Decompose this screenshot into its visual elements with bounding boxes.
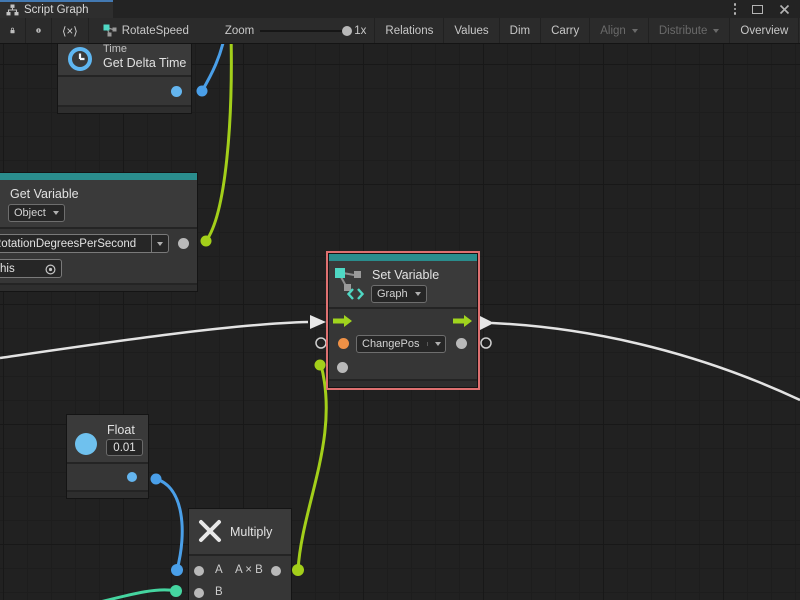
port-out-label: A × B	[235, 564, 263, 576]
chevron-down-icon	[632, 29, 638, 33]
info-icon	[36, 24, 41, 37]
overview-button[interactable]: Overview	[730, 18, 799, 43]
get-variable-output-port[interactable]	[178, 238, 189, 249]
zoom-control: Zoom 1x	[217, 18, 375, 43]
graph-node-icon	[103, 24, 117, 37]
delta-time-output-port[interactable]	[171, 86, 182, 97]
code-brackets-label: ⟨×⟩	[62, 24, 78, 38]
node-accent-strip	[329, 254, 477, 261]
graph-canvas[interactable]: Time Get Delta Time Get Variable Object …	[0, 44, 800, 600]
output-value-port[interactable]	[456, 338, 467, 349]
unconnected-port-ring-left[interactable]	[316, 338, 326, 348]
values-button[interactable]: Values	[444, 18, 499, 43]
flow-wire-in-arrowhead	[310, 315, 326, 329]
multiply-to-setvariable-wire	[298, 365, 326, 570]
toolbar: ⟨×⟩ RotateSpeed Zoom 1x Relations Values…	[0, 18, 800, 44]
delta-time-wire	[202, 44, 225, 91]
float-value-field[interactable]: 0.01	[106, 439, 143, 456]
node-accent-strip	[0, 173, 197, 180]
node-title: Float	[107, 423, 135, 437]
distribute-dropdown[interactable]: Distribute	[649, 18, 731, 43]
zoom-value: 1x	[354, 25, 366, 37]
node-get-variable[interactable]: Get Variable Object RotationDegreesPerSe…	[0, 172, 198, 292]
flow-output-port[interactable]	[453, 315, 472, 327]
fallback-input-port[interactable]	[337, 362, 348, 373]
chevron-down-icon	[53, 211, 59, 215]
tab-title: Script Graph	[24, 4, 89, 16]
multiply-output-port[interactable]	[271, 566, 281, 576]
variable-name-dropdown-button[interactable]	[152, 234, 169, 253]
node-category: Time	[103, 44, 127, 55]
multiply-b-endpoint[interactable]	[170, 585, 182, 597]
flow-wire-out	[492, 323, 800, 400]
multiply-output-endpoint[interactable]	[292, 564, 304, 576]
window-controls	[734, 2, 791, 16]
tab-script-graph[interactable]: Script Graph	[0, 0, 113, 18]
info-button[interactable]	[26, 18, 52, 43]
edit-graph-button[interactable]: ⟨×⟩	[52, 18, 89, 43]
unconnected-port-ring-right[interactable]	[481, 338, 491, 348]
teal-wire	[96, 590, 176, 600]
zoom-slider[interactable]	[260, 30, 348, 32]
chevron-down-icon	[713, 29, 719, 33]
clock-icon	[67, 46, 93, 72]
variable-scope-dropdown[interactable]: Graph	[371, 285, 427, 303]
multiply-a-endpoint[interactable]	[171, 564, 183, 576]
zoom-slider-handle[interactable]	[342, 26, 352, 36]
node-title: Get Delta Time	[103, 56, 186, 70]
tab-strip: Script Graph	[0, 0, 800, 18]
lock-button[interactable]	[0, 18, 26, 43]
node-title: Multiply	[230, 525, 272, 539]
flow-input-port[interactable]	[333, 315, 352, 327]
graph-hierarchy-icon	[6, 4, 19, 16]
value-input-port[interactable]	[338, 338, 349, 349]
get-variable-wire-endpoint[interactable]	[201, 236, 212, 247]
node-title: Set Variable	[372, 268, 439, 282]
window-menu-icon[interactable]	[734, 3, 737, 15]
float-icon	[75, 433, 97, 455]
port-a-label: A	[215, 564, 223, 576]
chevron-down-icon	[415, 292, 421, 296]
graph-breadcrumb[interactable]: RotateSpeed	[89, 18, 199, 43]
variable-name-field[interactable]: RotationDegreesPerSecond	[0, 234, 152, 253]
node-set-variable[interactable]: Set Variable Graph ChangePos	[328, 253, 478, 388]
multiply-input-b-port[interactable]	[194, 588, 204, 598]
flow-wire-out-arrowhead	[480, 316, 494, 330]
flow-wire-in	[0, 322, 308, 358]
node-multiply[interactable]: Multiply A A × B B	[188, 508, 292, 600]
lock-icon	[10, 24, 15, 37]
close-icon[interactable]	[779, 4, 790, 15]
chevron-down-icon	[157, 242, 163, 246]
object-picker-icon[interactable]	[45, 264, 56, 275]
dim-button[interactable]: Dim	[500, 18, 541, 43]
chevron-down-icon	[435, 342, 441, 346]
delta-time-wire-endpoint[interactable]	[197, 86, 208, 97]
float-to-multiply-wire	[156, 479, 182, 570]
port-b-label: B	[215, 586, 223, 598]
set-variable-icon	[334, 267, 366, 301]
multiply-input-a-port[interactable]	[194, 566, 204, 576]
align-dropdown[interactable]: Align	[590, 18, 649, 43]
zoom-label: Zoom	[225, 25, 254, 37]
variable-scope-dropdown[interactable]: Object	[8, 204, 65, 222]
float-output-endpoint[interactable]	[151, 474, 162, 485]
variable-target-field[interactable]: This	[0, 259, 62, 278]
relations-button[interactable]: Relations	[374, 18, 444, 43]
node-float[interactable]: Float 0.01	[66, 414, 149, 499]
carry-button[interactable]: Carry	[541, 18, 590, 43]
setvariable-value-endpoint[interactable]	[315, 360, 326, 371]
variable-name-dropdown[interactable]: ChangePos	[356, 335, 446, 353]
maximize-icon[interactable]	[752, 5, 763, 14]
multiply-icon	[198, 519, 222, 543]
graph-name: RotateSpeed	[122, 25, 189, 37]
node-get-delta-time[interactable]: Time Get Delta Time	[57, 44, 192, 114]
float-output-port[interactable]	[127, 472, 137, 482]
node-title: Get Variable	[10, 187, 79, 201]
script-graph-window: Script Graph ⟨×⟩	[0, 0, 800, 600]
